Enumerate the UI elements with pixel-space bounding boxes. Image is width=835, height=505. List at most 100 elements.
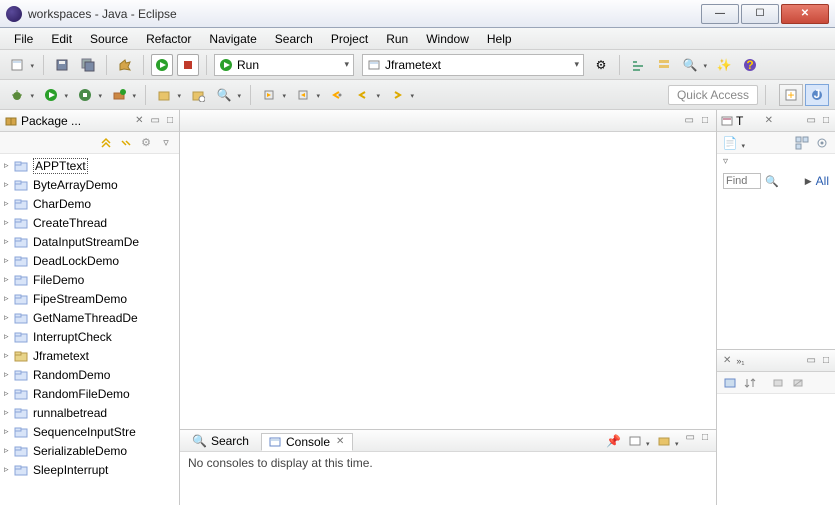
expand-icon[interactable]: ▹ [4,160,14,171]
debug-button[interactable] [6,84,28,106]
expand-icon[interactable]: ▹ [4,445,14,456]
menu-search[interactable]: Search [267,30,321,48]
coverage-button[interactable] [74,84,96,106]
minimize-view-icon[interactable]: ▭ [805,115,818,126]
project-item[interactable]: ▹RandomFileDemo [0,384,179,403]
external-tools-button[interactable] [108,84,130,106]
annotation-nav-2[interactable] [292,84,314,106]
menu-project[interactable]: Project [323,30,376,48]
hide-fields-icon[interactable] [769,374,787,392]
project-item[interactable]: ▹SerializableDemo [0,441,179,460]
back-button[interactable] [352,84,374,106]
project-item[interactable]: ▹APPTtext [0,156,179,175]
pin-console-icon[interactable]: 📌 [605,432,623,450]
minimize-editor-icon[interactable]: ▭ [683,115,696,126]
open-perspective-button[interactable]: + [779,84,803,106]
minimize-button[interactable]: — [701,4,739,24]
view-close-icon[interactable]: ✕ [721,355,733,366]
tab-console[interactable]: Console ✕ [261,433,353,451]
maximize-button[interactable]: ☐ [741,4,779,24]
close-tab-icon[interactable]: ✕ [334,436,346,447]
focus-icon[interactable] [813,134,831,152]
menu-navigate[interactable]: Navigate [201,30,264,48]
project-item[interactable]: ▹GetNameThreadDe [0,308,179,327]
view-close-icon[interactable]: ✕ [763,115,775,126]
categorize-icon[interactable] [793,134,811,152]
project-item[interactable]: ▹FipeStreamDemo [0,289,179,308]
maximize-view-icon[interactable]: □ [165,115,175,126]
hide-static-icon[interactable] [789,374,807,392]
editor-area[interactable] [180,132,716,429]
project-item[interactable]: ▹CharDemo [0,194,179,213]
filter-icon[interactable]: ⚙ [137,134,155,152]
expand-icon[interactable]: ▹ [4,217,14,228]
project-combo[interactable]: Jframetext ▾ [362,54,584,76]
java-perspective-button[interactable]: J [805,84,829,106]
project-tree[interactable]: ▹APPTtext▹ByteArrayDemo▹CharDemo▹CreateT… [0,154,179,505]
minimize-view-icon[interactable]: ▭ [149,115,162,126]
expand-icon[interactable]: ▹ [4,464,14,475]
project-item[interactable]: ▹runnalbetread [0,403,179,422]
last-edit-button[interactable] [326,84,348,106]
maximize-view-icon[interactable]: □ [821,115,831,126]
expand-icon[interactable]: ▹ [4,255,14,266]
maximize-editor-icon[interactable]: □ [700,115,710,126]
project-item[interactable]: ▹SequenceInputStre [0,422,179,441]
all-link[interactable]: All [816,174,829,188]
new-package-button[interactable] [153,84,175,106]
collapse-all-icon[interactable] [97,134,115,152]
expand-icon[interactable]: ▹ [4,350,14,361]
menu-source[interactable]: Source [82,30,136,48]
minimize-bottom-icon[interactable]: ▭ [684,432,697,450]
project-item[interactable]: ▹DataInputStreamDe [0,232,179,251]
expand-icon[interactable]: ▹ [4,388,14,399]
build-button[interactable] [114,54,136,76]
run-button[interactable] [151,54,173,76]
expand-icon[interactable]: ▹ [4,198,14,209]
search-button-2[interactable]: 🔍 [213,84,235,106]
stop-button[interactable] [177,54,199,76]
view-menu-icon[interactable]: ▿ [157,134,175,152]
menu-refactor[interactable]: Refactor [138,30,199,48]
project-item[interactable]: ▹DeadLockDemo [0,251,179,270]
menu-run[interactable]: Run [378,30,416,48]
menu-window[interactable]: Window [418,30,477,48]
search-toolbar-button[interactable]: 🔍 [679,54,701,76]
expand-icon[interactable]: ▹ [4,407,14,418]
menu-help[interactable]: Help [479,30,520,48]
menu-file[interactable]: File [6,30,41,48]
search-icon[interactable]: 🔍 [765,175,779,188]
gear-icon[interactable]: ⚙ [590,54,612,76]
annotation-nav-1[interactable] [258,84,280,106]
minimize-view-icon[interactable]: ▭ [805,355,818,366]
expand-icon[interactable]: ▹ [4,369,14,380]
link-editor-icon[interactable] [117,134,135,152]
focus-task-icon[interactable] [721,374,739,392]
menu-edit[interactable]: Edit [43,30,80,48]
sort-icon[interactable] [741,374,759,392]
project-item[interactable]: ▹SleepInterrupt [0,460,179,479]
wand-icon[interactable]: ✨ [713,54,735,76]
expand-icon[interactable]: ▹ [4,274,14,285]
project-item[interactable]: ▹Jframetext [0,346,179,365]
expand-icon[interactable]: ▹ [4,179,14,190]
toggle-breadcrumb-button[interactable] [627,54,649,76]
expand-icon[interactable]: ▹ [4,426,14,437]
new-button[interactable] [6,54,28,76]
save-all-button[interactable] [77,54,99,76]
expand-icon[interactable]: ▹ [4,236,14,247]
maximize-view-icon[interactable]: □ [821,355,831,366]
forward-button[interactable] [386,84,408,106]
expand-icon[interactable]: ▹ [4,312,14,323]
close-button[interactable]: ✕ [781,4,829,24]
maximize-bottom-icon[interactable]: □ [700,432,710,450]
run-config-combo[interactable]: Run ▾ [214,54,354,76]
tab-search[interactable]: 🔍 Search [186,433,255,449]
open-type-button[interactable] [187,84,209,106]
expand-icon[interactable]: ▹ [4,331,14,342]
project-item[interactable]: ▹InterruptCheck [0,327,179,346]
chevron-down-icon[interactable]: ▿ [717,154,835,169]
expand-icon[interactable]: ▹ [4,293,14,304]
tips-button[interactable]: ? [739,54,761,76]
view-close-icon[interactable]: ✕ [133,115,145,126]
